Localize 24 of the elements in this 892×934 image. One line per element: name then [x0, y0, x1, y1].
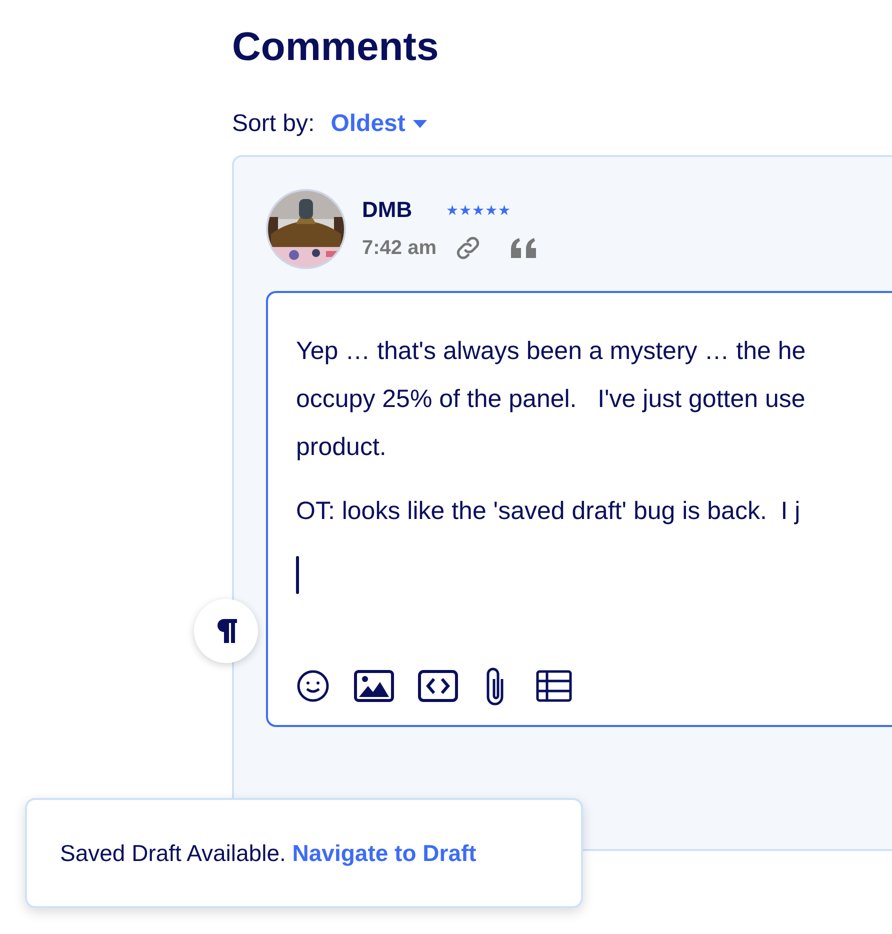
navigate-to-draft-link[interactable]: Navigate to Draft	[292, 840, 476, 866]
image-icon[interactable]	[354, 670, 394, 702]
sort-label: Sort by:	[232, 110, 315, 138]
emoji-icon[interactable]	[296, 669, 330, 703]
toast-message: Saved Draft Available. Navigate to Draft	[60, 840, 476, 866]
caret-icon	[413, 120, 428, 128]
author-name[interactable]: DMB	[362, 197, 412, 223]
star-icon: ★	[472, 202, 486, 218]
quote-icon[interactable]	[510, 238, 536, 258]
table-icon[interactable]	[536, 670, 572, 702]
editor-paragraph: Yep … that's always been a mystery … the he occupy 25% of the panel. I've just gotten use product.	[296, 336, 807, 463]
comment-editor[interactable]: Yep … that's always been a mystery … the he occupy 25% of the panel. I've just gotten use product. OT: looks like the 'saved draft' bug is back. I j	[266, 291, 892, 727]
paragraph-format-button[interactable]	[194, 599, 258, 663]
sort-dropdown[interactable]: Oldest	[330, 110, 428, 138]
code-icon[interactable]	[418, 670, 458, 702]
star-icon: ★	[446, 202, 460, 218]
star-icon: ★	[459, 202, 472, 218]
text-cursor	[296, 556, 299, 594]
editor-paragraph: OT: looks like the 'saved draft' bug is back. I j	[296, 496, 802, 527]
comments-heading: Comments	[232, 24, 440, 71]
star-icon: ★	[485, 202, 498, 218]
comment-time: 7:42 am	[362, 236, 436, 260]
pilcrow-icon	[215, 619, 237, 643]
star-icon: ★	[498, 202, 512, 218]
